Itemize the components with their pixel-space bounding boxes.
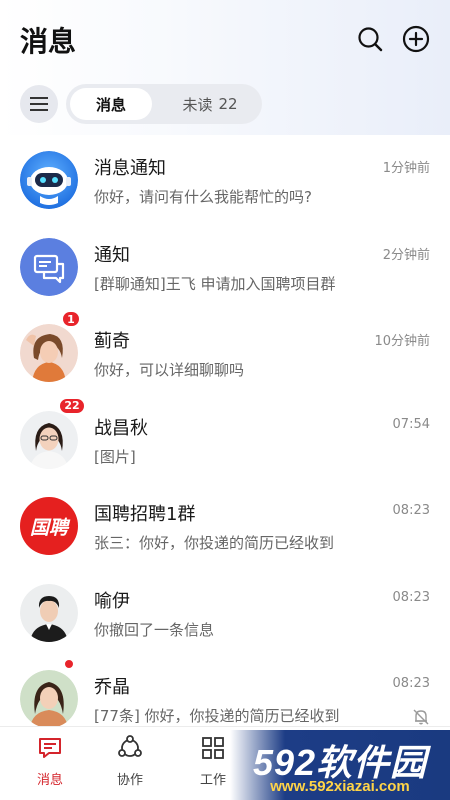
muted-bell-icon	[413, 709, 429, 725]
guopin-logo-text: 国聘	[29, 516, 68, 539]
user-photo	[20, 670, 78, 728]
message-icon	[39, 738, 61, 758]
watermark-logo: 592软件园 www.592xiazai.com	[230, 730, 450, 800]
tab-label: 消息	[36, 773, 63, 788]
collaboration-icon	[118, 735, 142, 757]
page-title: 消息	[20, 25, 77, 58]
conversation-name: 战昌秋	[94, 417, 148, 439]
conversation-row[interactable]: 喻伊 08:23 你撤回了一条信息	[0, 570, 450, 657]
conversation-preview: 你好，请问有什么我能帮忙的吗?	[94, 188, 312, 206]
tab-messages-nav[interactable]: 消息	[20, 735, 80, 788]
conversation-time: 1分钟前	[382, 161, 430, 176]
conversation-time: 10分钟前	[374, 334, 430, 349]
tab-unread[interactable]: 未读 22	[162, 88, 258, 120]
hamburger-menu-icon	[30, 97, 48, 111]
conversation-row[interactable]: 1 蓟奇 10分钟前 你好，可以详细聊聊吗	[0, 310, 450, 397]
tab-collaboration[interactable]: 协作	[100, 735, 160, 788]
conversation-name: 通知	[94, 244, 130, 266]
conversation-preview: 你好，可以详细聊聊吗	[94, 361, 245, 379]
unread-badge: 1	[61, 310, 81, 328]
conversation-time: 08:23	[392, 589, 430, 605]
conversation-name: 蓟奇	[94, 331, 130, 352]
conversation-time: 2分钟前	[382, 247, 430, 263]
conversation-preview: [群聊通知]王飞 申请加入国聘项目群	[94, 274, 336, 293]
watermark-url: www.592xiazai.com	[270, 778, 410, 795]
plus-circle-icon[interactable]	[401, 24, 431, 54]
conversation-row[interactable]: 国聘 国聘招聘1群 08:23 张三：你好，你投递的简历已经收到	[0, 483, 450, 570]
conversation-name: 喻伊	[94, 590, 130, 612]
user-photo	[20, 324, 78, 382]
user-photo	[20, 583, 78, 642]
conversation-preview: [图片]	[94, 447, 136, 466]
conversation-row[interactable]: 22 战昌秋 07:54 [图片]	[0, 396, 450, 484]
tab-messages[interactable]: 消息	[70, 88, 152, 120]
conversation-time: 08:23	[392, 503, 430, 518]
filter-segmented-control: 消息 未读 22	[66, 84, 262, 124]
conversation-row[interactable]: 通知 2分钟前 [群聊通知]王飞 申请加入国聘项目群	[0, 224, 450, 311]
conversation-preview: 你撤回了一条信息	[94, 620, 215, 639]
chat-bubble-avatar	[20, 237, 78, 296]
search-icon[interactable]	[355, 24, 385, 54]
user-photo	[20, 410, 78, 469]
tab-label: 协作	[116, 773, 143, 788]
robot-avatar	[20, 151, 78, 209]
conversation-name: 国聘招聘1群	[94, 504, 196, 525]
unread-dot	[63, 658, 75, 670]
menu-button[interactable]	[20, 85, 58, 123]
grid-icon	[202, 737, 224, 759]
conversation-preview: [77条] 你好，你投递的简历已经收到	[94, 707, 340, 725]
conversation-list: 消息通知 1分钟前 你好，请问有什么我能帮忙的吗? 通知 2分钟前 [群聊通知]…	[0, 137, 450, 743]
conversation-row[interactable]: 消息通知 1分钟前 你好，请问有什么我能帮忙的吗?	[0, 137, 450, 224]
conversation-preview: 张三：你好，你投递的简历已经收到	[94, 534, 335, 552]
unread-badge: 22	[58, 396, 86, 415]
guopin-logo: 国聘	[20, 497, 78, 555]
conversation-time: 08:23	[392, 676, 430, 691]
tab-unread-count: 22	[218, 95, 238, 113]
conversation-name: 乔晶	[94, 677, 130, 698]
tab-unread-label: 未读	[182, 95, 213, 114]
conversation-name: 消息通知	[94, 158, 166, 179]
conversation-time: 07:54	[392, 416, 430, 432]
